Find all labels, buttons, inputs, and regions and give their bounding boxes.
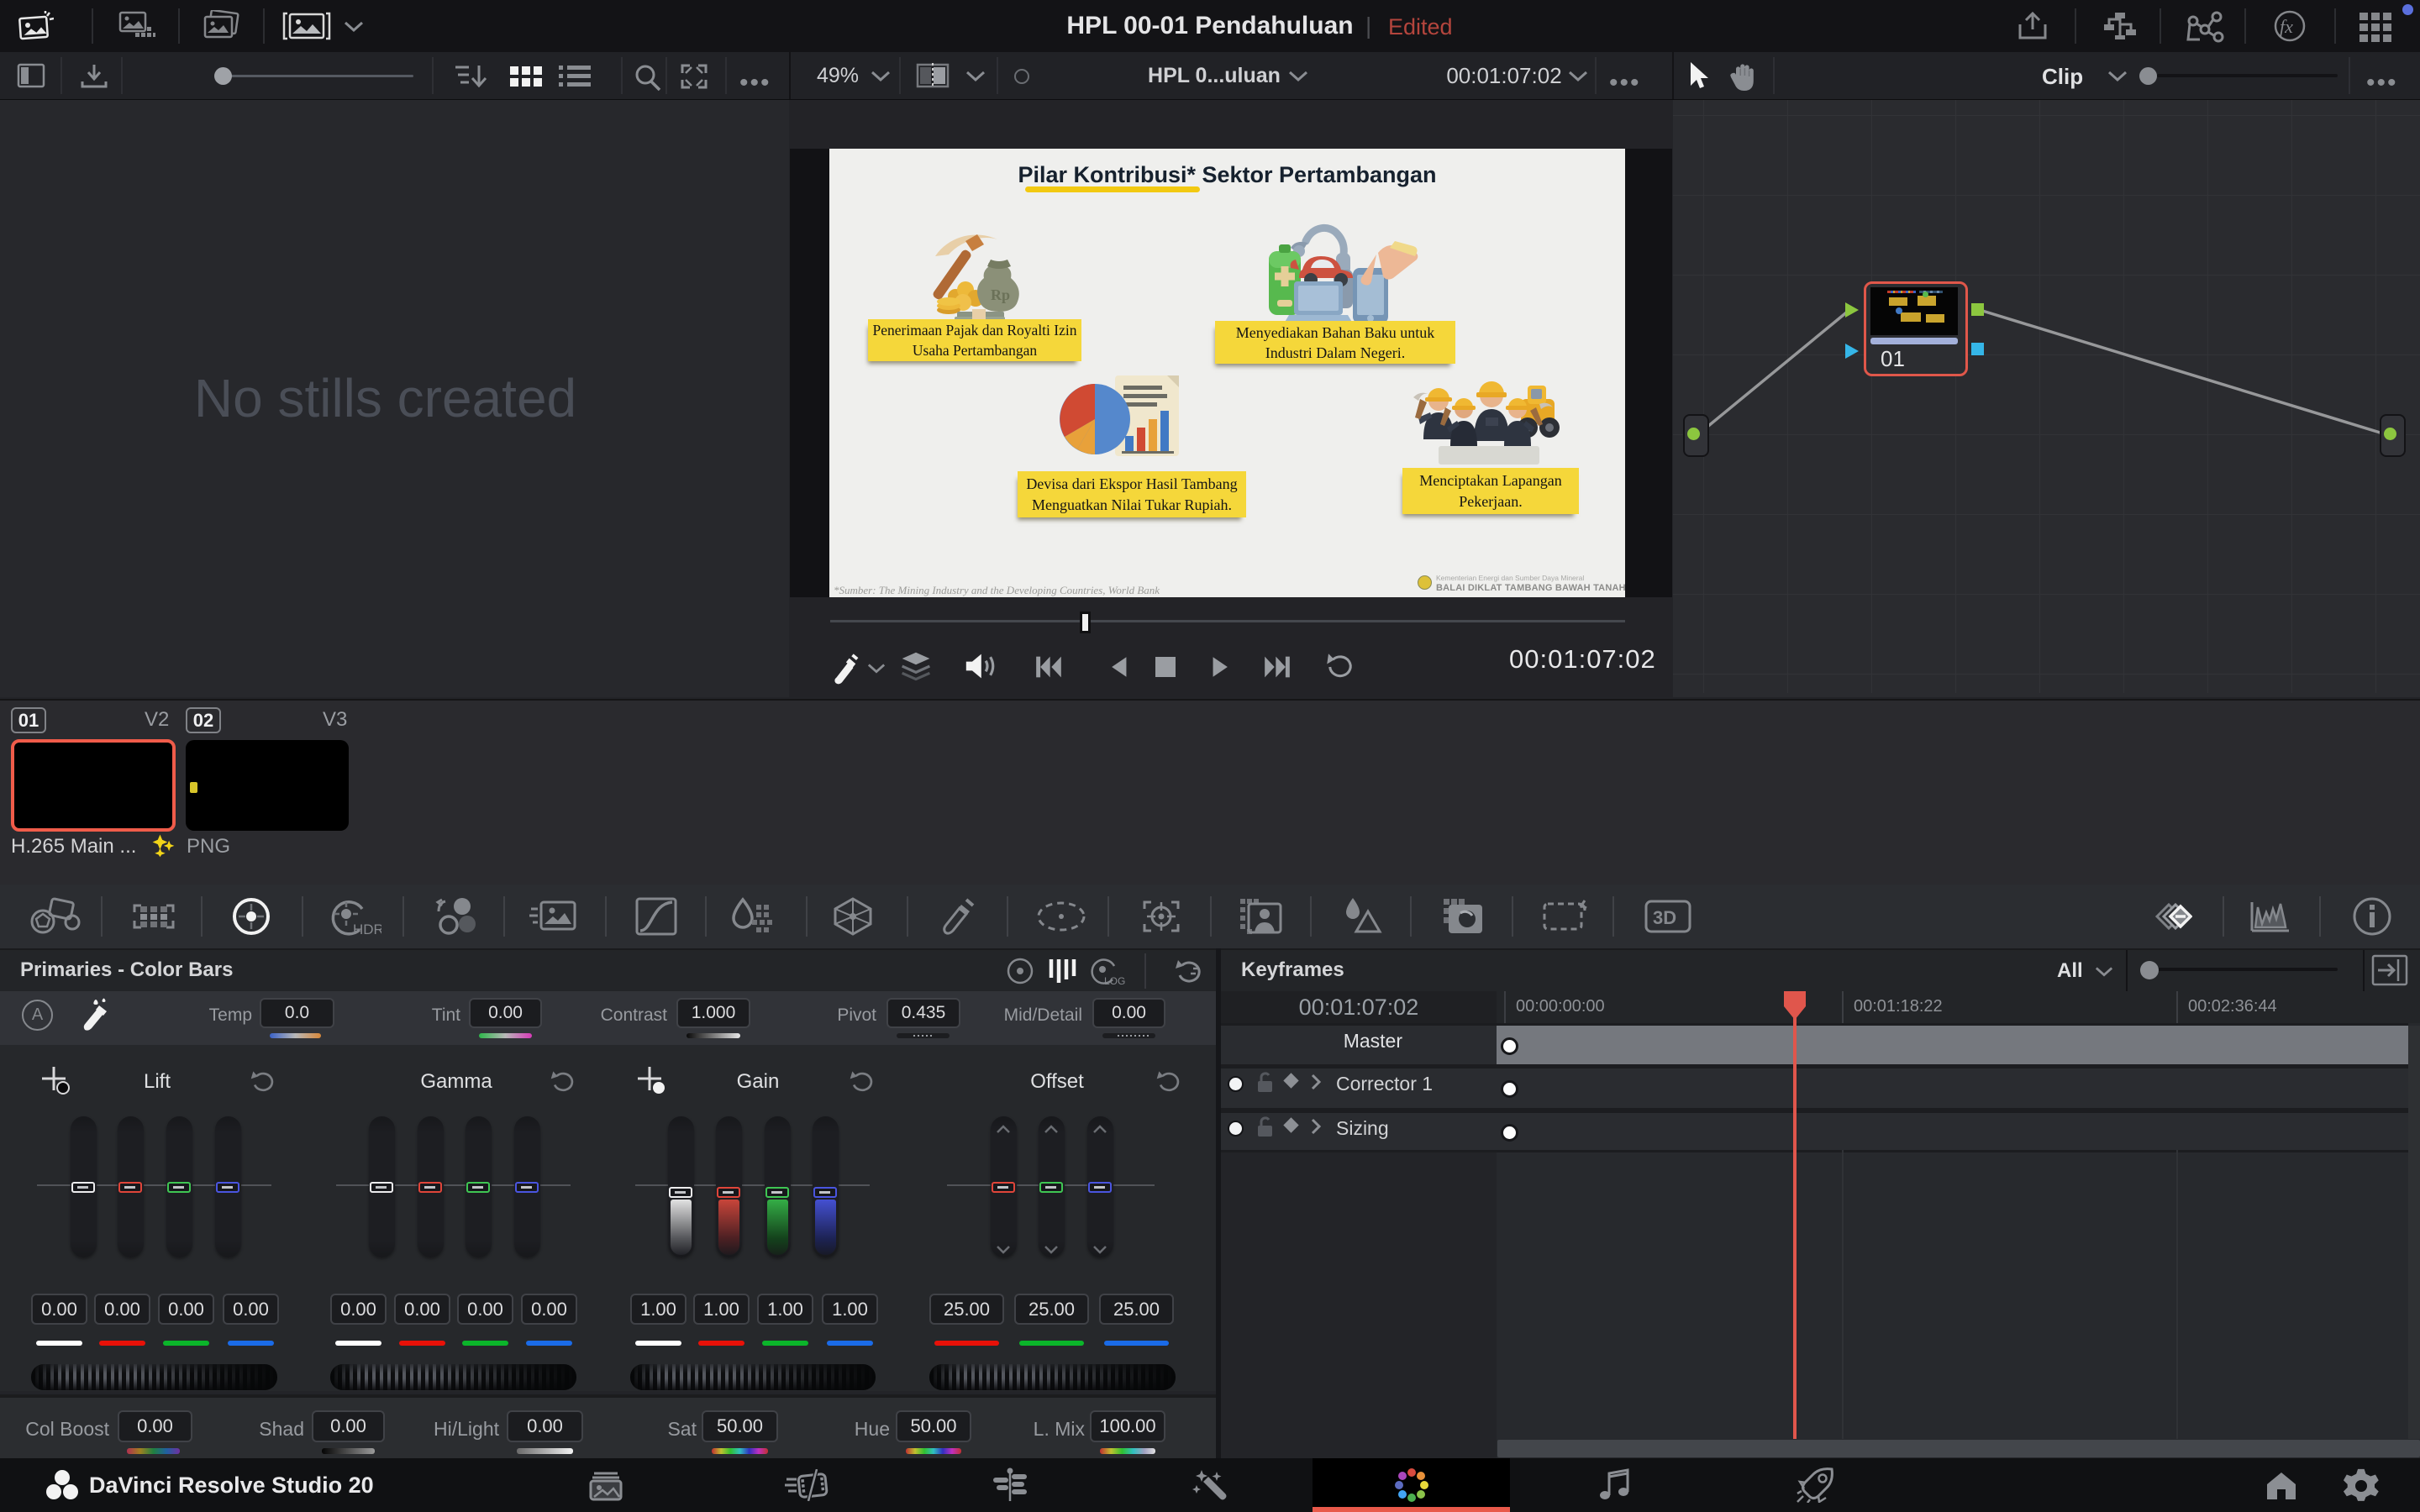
svg-text:3D: 3D: [1653, 907, 1676, 928]
svg-text:LOG: LOG: [1104, 975, 1125, 987]
svg-text:Rp: Rp: [991, 286, 1010, 303]
svg-text:fx: fx: [2280, 16, 2293, 37]
svg-text:HDR: HDR: [353, 921, 381, 937]
